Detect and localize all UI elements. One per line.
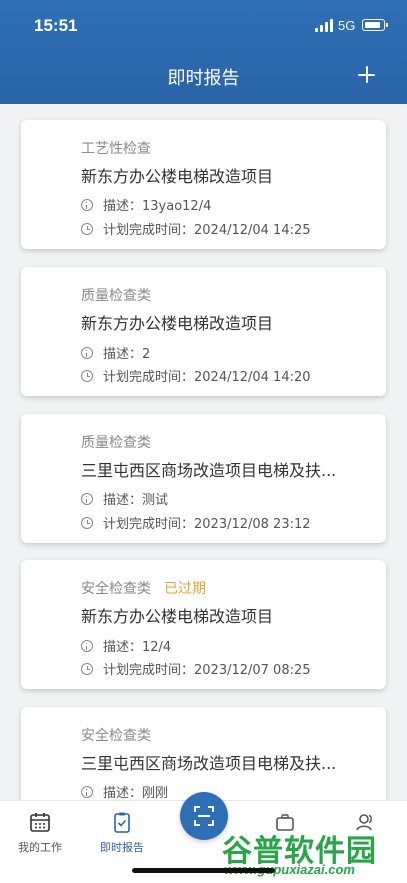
report-card[interactable]: 安全检查类 三里屯西区商场改造项目电梯及扶... 描述：刚刚 (21, 707, 386, 800)
battery-icon (362, 19, 388, 31)
clock-icon (81, 663, 93, 675)
tab-label: 我的工作 (18, 841, 62, 854)
tab-instant-report[interactable]: 即时报告 (87, 811, 157, 855)
card-title: 三里屯西区商场改造项目电梯及扶... (81, 754, 337, 773)
card-description: 描述：2 (81, 343, 150, 362)
scan-button[interactable] (180, 792, 228, 840)
clock-icon (81, 370, 93, 382)
signal-icon (315, 19, 334, 32)
report-card[interactable]: 质量检查类 三里屯西区商场改造项目电梯及扶... 描述：测试 计划完成时间：20… (21, 414, 386, 543)
card-description: 描述：测试 (81, 489, 168, 508)
card-description: 描述：12/4 (81, 636, 171, 655)
network-label: 5G (338, 18, 356, 33)
clipboard-check-icon (114, 812, 130, 833)
info-icon (81, 347, 93, 359)
add-button[interactable] (354, 62, 380, 88)
home-indicator (132, 868, 275, 873)
card-category: 质量检查类 (81, 288, 151, 304)
card-deadline: 计划完成时间：2024/12/04 14:20 (81, 366, 311, 385)
info-icon (81, 199, 93, 211)
card-title: 三里屯西区商场改造项目电梯及扶... (81, 461, 337, 480)
card-category: 安全检查类 (81, 728, 151, 744)
clock-icon (81, 223, 93, 235)
page-title: 即时报告 (167, 68, 240, 89)
info-icon (81, 640, 93, 652)
info-icon (81, 786, 93, 798)
card-description: 描述：13yao12/4 (81, 195, 211, 214)
calendar-icon (30, 813, 50, 832)
report-list: 工艺性检查 新东方办公楼电梯改造项目 描述：13yao12/4 计划完成时间：2… (0, 104, 407, 800)
status-time: 15:51 (34, 16, 78, 35)
card-deadline: 计划完成时间：2023/12/07 08:25 (81, 659, 311, 678)
report-card[interactable]: 工艺性检查 新东方办公楼电梯改造项目 描述：13yao12/4 计划完成时间：2… (21, 120, 386, 249)
info-icon (81, 493, 93, 505)
status-bar: 15:51 5G (0, 0, 407, 50)
card-deadline: 计划完成时间：2024/12/04 14:25 (81, 219, 311, 238)
expired-badge: 已过期 (164, 581, 206, 597)
tab-label: 即时报告 (100, 841, 144, 854)
card-description: 描述：刚刚 (81, 782, 168, 800)
card-category: 质量检查类 (81, 435, 151, 451)
header: 15:51 5G 即时报告 (0, 0, 407, 104)
scan-icon (194, 806, 214, 826)
report-card[interactable]: 安全检查类 已过期 新东方办公楼电梯改造项目 描述：12/4 计划完成时间：20… (21, 560, 386, 689)
card-category: 安全检查类 (81, 581, 151, 597)
report-card[interactable]: 质量检查类 新东方办公楼电梯改造项目 描述：2 计划完成时间：2024/12/0… (21, 267, 386, 396)
card-title: 新东方办公楼电梯改造项目 (81, 167, 274, 186)
tab-my-work[interactable]: 我的工作 (5, 811, 75, 855)
clock-icon (81, 517, 93, 529)
card-deadline: 计划完成时间：2023/12/08 23:12 (81, 513, 311, 532)
card-category: 工艺性检查 (81, 141, 151, 157)
card-title: 新东方办公楼电梯改造项目 (81, 314, 274, 333)
card-title: 新东方办公楼电梯改造项目 (81, 607, 274, 626)
